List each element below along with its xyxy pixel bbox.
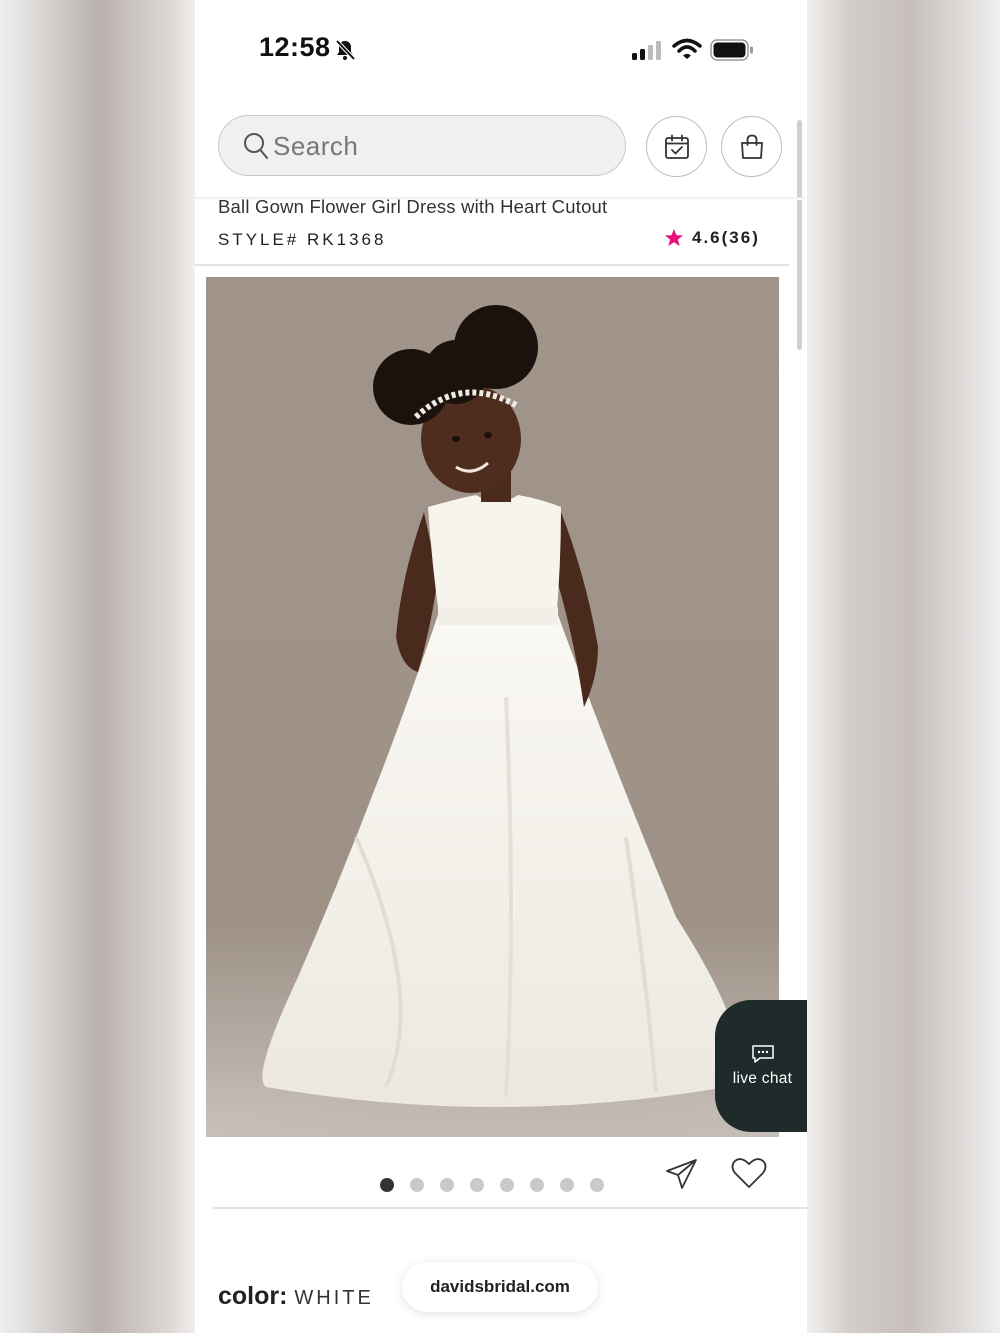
wifi-icon xyxy=(672,38,702,65)
carousel-dot[interactable] xyxy=(560,1178,574,1192)
browser-url-bar[interactable]: davidsbridal.com xyxy=(402,1262,598,1312)
product-photo[interactable] xyxy=(206,277,779,1137)
product-style-number: STYLE# RK1368 xyxy=(218,230,387,249)
search-icon xyxy=(243,132,269,165)
carousel-dot[interactable] xyxy=(590,1178,604,1192)
product-rating[interactable]: 4.6(36) xyxy=(664,228,760,248)
chat-bubble-icon xyxy=(751,1045,774,1063)
app-screen: 12:58 Search Ball Gown Flower Girl Dress… xyxy=(195,0,807,1333)
image-carousel-dots[interactable] xyxy=(380,1178,604,1192)
cellular-signal-icon xyxy=(631,40,663,65)
carousel-dot[interactable] xyxy=(470,1178,484,1192)
carousel-dot[interactable] xyxy=(440,1178,454,1192)
carousel-dot[interactable] xyxy=(410,1178,424,1192)
divider xyxy=(195,264,789,266)
book-appointment-button[interactable] xyxy=(646,116,707,177)
color-selector-label: color: WHITE xyxy=(218,1282,374,1311)
calendar-check-icon xyxy=(664,134,689,159)
star-icon xyxy=(665,229,683,246)
color-value: WHITE xyxy=(294,1287,374,1309)
page-scrollbar[interactable] xyxy=(797,120,802,350)
shopping-bag-icon xyxy=(740,134,763,159)
favorite-heart-icon[interactable] xyxy=(731,1157,767,1194)
carousel-dot[interactable] xyxy=(380,1178,394,1192)
live-chat-button[interactable]: live chat xyxy=(715,1000,807,1132)
color-label: color: xyxy=(218,1282,288,1310)
battery-icon xyxy=(710,39,754,66)
divider xyxy=(213,1207,807,1209)
carousel-dot[interactable] xyxy=(530,1178,544,1192)
product-title: Ball Gown Flower Girl Dress with Heart C… xyxy=(218,196,608,217)
silent-bell-icon xyxy=(333,38,357,67)
status-time: 12:58 xyxy=(259,32,331,62)
search-placeholder: Search xyxy=(273,131,359,161)
search-input[interactable]: Search xyxy=(218,115,626,176)
shopping-bag-button[interactable] xyxy=(721,116,782,177)
rating-value: 4.6(36) xyxy=(692,228,760,247)
carousel-dot[interactable] xyxy=(500,1178,514,1192)
share-icon[interactable] xyxy=(665,1158,699,1195)
live-chat-label: live chat xyxy=(732,1070,793,1087)
